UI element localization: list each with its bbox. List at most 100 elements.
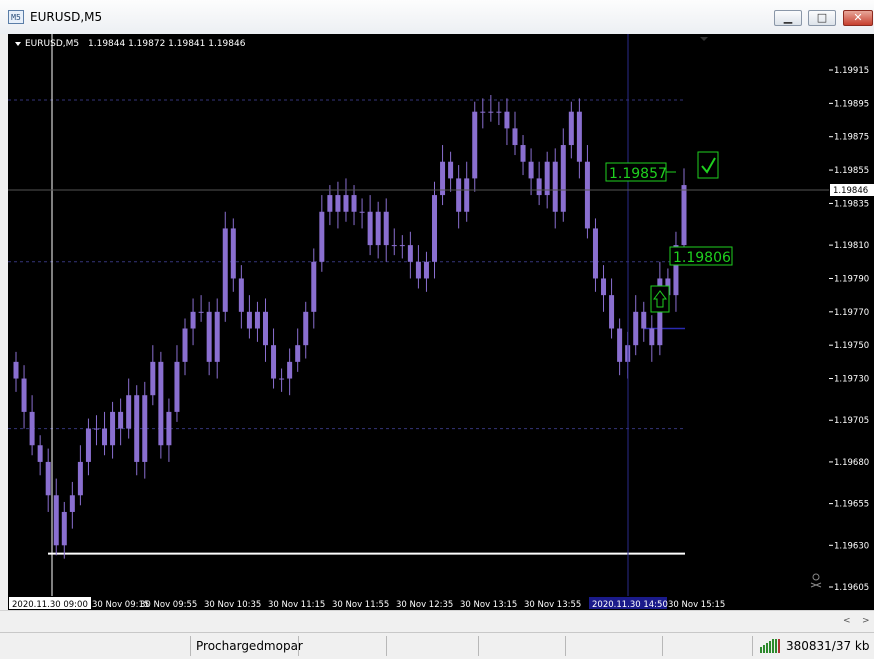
status-separator	[298, 636, 299, 656]
price-tick-label: 1.19730	[834, 375, 869, 385]
price-axis-canvas[interactable]: 1.19915 1.19895 1.19875 1.19855 1.19835 1.198…	[829, 34, 874, 610]
price-tick-label: 1.19630	[834, 541, 869, 551]
maximize-button[interactable]: □	[808, 10, 836, 26]
status-profile: Prochargedmopar	[196, 639, 303, 653]
checkmark-icon[interactable]	[697, 151, 719, 179]
candle-body	[295, 345, 301, 362]
candle-body	[560, 145, 566, 212]
price-tick-label: 1.19705	[834, 416, 869, 426]
price-tick-label: 1.19655	[834, 500, 869, 510]
title-bar: M5 EURUSD,M5 ▁ □ ✕	[0, 0, 874, 35]
candle-body	[150, 361, 156, 396]
chart-ohlc-label: 1.19844 1.19872 1.19841 1.19846	[88, 39, 246, 49]
candle-body	[456, 178, 462, 212]
candle-body	[536, 178, 542, 196]
candle-body	[174, 361, 180, 412]
minimize-button[interactable]: ▁	[774, 10, 802, 26]
current-price-label: 1.19846	[833, 186, 868, 196]
status-separator	[752, 636, 753, 656]
candle-body	[375, 211, 381, 246]
candle-body	[432, 195, 438, 262]
candle-body	[222, 228, 228, 312]
candle-body	[480, 111, 486, 113]
chart-symbol-label: EURUSD,M5	[25, 39, 79, 49]
status-separator	[190, 636, 191, 656]
maximize-icon: □	[816, 11, 828, 24]
price-tick-label: 1.19770	[834, 308, 869, 318]
candle-body	[609, 295, 615, 329]
candle-body	[214, 311, 220, 362]
candle-body	[190, 311, 196, 329]
candle-body	[53, 495, 59, 546]
candle-body	[303, 311, 309, 346]
candle-body	[617, 328, 623, 362]
candle-body	[359, 211, 365, 213]
candle-body	[254, 311, 260, 329]
price-tick-label: 1.19875	[834, 133, 869, 143]
candle-body	[13, 361, 19, 379]
status-separator	[565, 636, 566, 656]
candle-body	[134, 395, 140, 462]
candle-body	[271, 345, 277, 379]
price-tick-label: 1.19835	[834, 199, 869, 209]
price-tick-label: 1.19895	[834, 99, 869, 109]
candle-body	[504, 111, 510, 129]
candle-body	[528, 161, 534, 179]
candle-body	[633, 311, 639, 346]
candle-body	[77, 461, 83, 496]
time-axis-label: 30 Nov 10:35	[204, 600, 261, 610]
candle-body	[415, 261, 421, 279]
candle-body	[166, 411, 172, 446]
candle-body	[343, 195, 349, 212]
price-box-lower-label: 1.19806	[673, 250, 731, 266]
candle-body	[319, 211, 325, 262]
candle-body	[102, 428, 108, 446]
candle-body	[568, 111, 574, 146]
candle-body	[262, 311, 268, 346]
candle-body	[246, 311, 252, 329]
candle-body	[61, 511, 67, 546]
candle-body	[37, 445, 43, 462]
status-separator	[662, 636, 663, 656]
candle-body	[383, 211, 389, 246]
chart-canvas[interactable]: EURUSD,M5 1.19844 1.19872 1.19841 1.1984…	[8, 34, 829, 610]
candle-body	[391, 245, 397, 247]
price-tick-label: 1.19915	[834, 66, 869, 76]
status-separator	[386, 636, 387, 656]
price-axis[interactable]: 1.19915 1.19895 1.19875 1.19855 1.19835 1.198…	[829, 34, 874, 610]
close-button[interactable]: ✕	[843, 10, 873, 26]
candle-body	[488, 111, 494, 113]
time-axis-label: 2020.11.30 09:00	[12, 600, 88, 610]
candle-body	[464, 178, 470, 212]
price-tick-label: 1.19605	[834, 583, 869, 593]
candle-body	[576, 111, 582, 162]
chart-shift-marker-icon[interactable]	[700, 37, 708, 41]
price-tick-label: 1.19855	[834, 166, 869, 176]
price-tick-label: 1.19790	[834, 274, 869, 284]
candle-body	[681, 185, 687, 246]
candle-body	[592, 228, 598, 279]
chart-area[interactable]: EURUSD,M5 1.19844 1.19872 1.19841 1.1984…	[8, 34, 829, 610]
traffic-counter: 380831/37 kb	[786, 639, 870, 653]
candle-body	[110, 411, 116, 446]
candle-body	[158, 361, 164, 446]
connection-bars-icon	[760, 639, 782, 653]
chart-menu-triangle-icon[interactable]	[15, 42, 21, 46]
candle-body	[601, 278, 607, 296]
candle-body	[238, 278, 244, 312]
price-tick-label: 1.19750	[834, 341, 869, 351]
time-axis-label: 30 Nov 11:55	[332, 600, 389, 610]
scroll-left-icon[interactable]: <	[843, 616, 851, 626]
time-axis-label: 30 Nov 09:55	[140, 600, 197, 610]
candle-body	[118, 411, 124, 429]
candle-body	[198, 311, 204, 313]
candle-body	[230, 228, 236, 279]
candle-body	[649, 328, 655, 346]
candle-body	[512, 128, 518, 146]
horizontal-scrollbar[interactable]: < >	[0, 610, 874, 633]
candle-body	[423, 261, 429, 279]
price-box-upper-label: 1.19857	[609, 166, 667, 182]
time-axis-label: 30 Nov 12:35	[396, 600, 453, 610]
candle-body	[327, 195, 333, 212]
scroll-right-icon[interactable]: >	[862, 616, 870, 626]
